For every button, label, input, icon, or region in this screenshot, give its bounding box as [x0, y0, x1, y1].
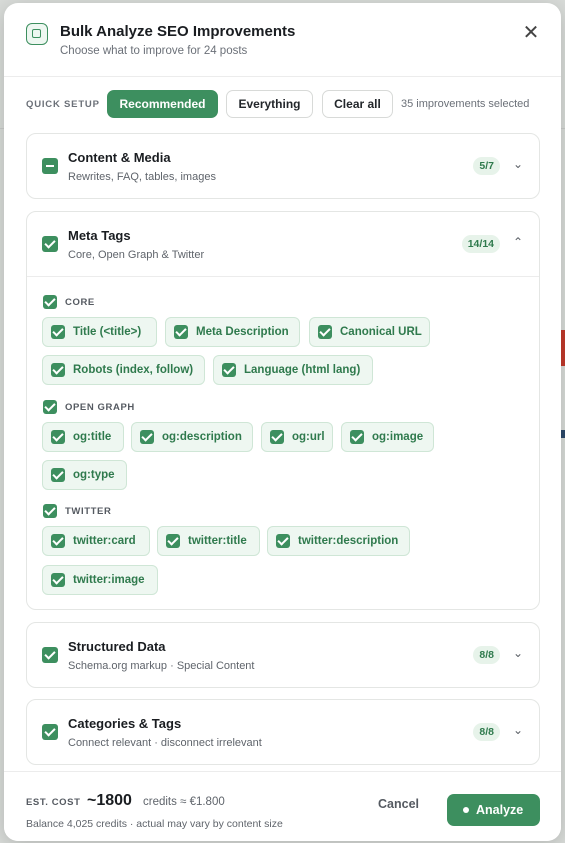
chip-og-image[interactable]: og:image	[341, 422, 434, 452]
everything-button[interactable]: Everything	[226, 90, 313, 118]
credit-balance: Balance 4,025 credits · actual may vary …	[26, 818, 283, 830]
chip-label: og:title	[73, 431, 112, 443]
chip-og-url[interactable]: og:url	[261, 422, 333, 452]
chip-canonical-url[interactable]: Canonical URL	[309, 317, 430, 347]
group-label-twitter: TWITTER	[65, 506, 112, 517]
checkbox-checked-icon	[222, 363, 236, 377]
modal-footer: EST. COST ~1800 credits ≈ €1.800 Balance…	[4, 771, 561, 841]
section-description: Rewrites, FAQ, tables, images	[68, 171, 216, 183]
est-cost-unit: credits ≈ €1.800	[143, 796, 225, 808]
section-description: Core, Open Graph & Twitter	[68, 249, 205, 261]
checkbox-checked-icon	[51, 534, 65, 548]
checkbox-checked-icon	[140, 430, 154, 444]
chip-label: Language (html lang)	[244, 364, 361, 376]
chip-title[interactable]: Title (<title>)	[42, 317, 157, 347]
checkbox-checked-icon	[51, 430, 65, 444]
checkbox-checked-icon	[166, 534, 180, 548]
structured-data-checkbox[interactable]	[42, 647, 58, 663]
group-label-core: CORE	[65, 297, 95, 308]
section-categories-tags: Categories & Tags Connect relevant · dis…	[26, 699, 540, 765]
chip-label: og:type	[73, 469, 115, 481]
section-description: Connect relevant · disconnect irrelevant	[68, 737, 262, 749]
checkbox-checked-icon	[51, 468, 65, 482]
section-header[interactable]: Content & Media Rewrites, FAQ, tables, i…	[27, 134, 539, 198]
section-count-badge: 8/8	[473, 723, 500, 741]
group-label-open-graph: OPEN GRAPH	[65, 402, 135, 413]
modal-subtitle: Choose what to improve for 24 posts	[60, 45, 248, 57]
modal-title: Bulk Analyze SEO Improvements	[60, 23, 296, 40]
est-cost-label: EST. COST	[26, 797, 81, 808]
twitter-group-checkbox[interactable]	[43, 504, 57, 518]
chevron-up-icon[interactable]: ⌃	[511, 235, 525, 249]
chip-twitter-card[interactable]: twitter:card	[42, 526, 150, 556]
chip-robots[interactable]: Robots (index, follow)	[42, 355, 205, 385]
section-count-badge: 8/8	[473, 646, 500, 664]
section-title: Structured Data	[68, 639, 166, 654]
checkbox-checked-icon	[270, 430, 284, 444]
open-graph-group-checkbox[interactable]	[43, 400, 57, 414]
checkbox-checked-icon	[51, 363, 65, 377]
section-title: Categories & Tags	[68, 716, 182, 731]
section-title: Meta Tags	[68, 228, 131, 243]
chip-meta-description[interactable]: Meta Description	[165, 317, 300, 347]
chip-og-description[interactable]: og:description	[131, 422, 253, 452]
chip-label: og:description	[162, 431, 242, 443]
chevron-down-icon[interactable]: ⌄	[511, 646, 525, 660]
chip-twitter-image[interactable]: twitter:image	[42, 565, 158, 595]
section-count-badge: 5/7	[473, 157, 500, 175]
section-title: Content & Media	[68, 150, 171, 165]
checkbox-checked-icon	[276, 534, 290, 548]
recommended-button[interactable]: Recommended	[107, 90, 218, 118]
section-content-media: Content & Media Rewrites, FAQ, tables, i…	[26, 133, 540, 199]
chip-label: og:url	[292, 431, 325, 443]
chevron-down-icon[interactable]: ⌄	[511, 157, 525, 171]
section-meta-tags: Meta Tags Core, Open Graph & Twitter 14/…	[26, 211, 540, 610]
checkbox-checked-icon	[350, 430, 364, 444]
cancel-button[interactable]: Cancel	[378, 797, 419, 811]
meta-tags-checkbox[interactable]	[42, 236, 58, 252]
checkbox-checked-icon	[174, 325, 188, 339]
core-group-checkbox[interactable]	[43, 295, 57, 309]
chip-twitter-title[interactable]: twitter:title	[157, 526, 260, 556]
quick-setup-bar: QUICK SETUP Recommended Everything Clear…	[26, 90, 546, 118]
chip-label: og:image	[372, 431, 424, 443]
chip-label: twitter:image	[73, 574, 145, 586]
analyze-button[interactable]: Analyze	[447, 794, 540, 826]
content-media-checkbox[interactable]	[42, 158, 58, 174]
selected-count: 35 improvements selected	[401, 98, 530, 110]
modal-header: Bulk Analyze SEO Improvements Choose wha…	[4, 3, 561, 77]
chip-label: twitter:title	[188, 535, 247, 547]
chip-og-type[interactable]: og:type	[42, 460, 127, 490]
categories-tags-checkbox[interactable]	[42, 724, 58, 740]
chip-label: Title (<title>)	[73, 326, 142, 338]
est-cost-value: ~1800	[87, 792, 132, 809]
quick-setup-label: QUICK SETUP	[26, 99, 100, 110]
chip-og-title[interactable]: og:title	[42, 422, 124, 452]
chip-twitter-description[interactable]: twitter:description	[267, 526, 410, 556]
chip-label: Robots (index, follow)	[73, 364, 194, 376]
bulk-analyze-modal: Bulk Analyze SEO Improvements Choose wha…	[4, 3, 561, 841]
checkbox-checked-icon	[51, 325, 65, 339]
bulk-analyze-icon	[26, 23, 48, 45]
close-icon[interactable]: ✕	[521, 23, 541, 43]
checkbox-checked-icon	[318, 325, 332, 339]
chip-label: twitter:card	[73, 535, 136, 547]
chip-label: twitter:description	[298, 535, 399, 547]
status-dot-icon	[463, 807, 469, 813]
chip-label: Meta Description	[196, 326, 289, 338]
section-header[interactable]: Categories & Tags Connect relevant · dis…	[27, 700, 539, 764]
section-count-badge: 14/14	[461, 235, 500, 253]
section-header[interactable]: Structured Data Schema.org markup · Spec…	[27, 623, 539, 687]
chevron-down-icon[interactable]: ⌄	[511, 723, 525, 737]
chip-label: Canonical URL	[340, 326, 422, 338]
clear-all-button[interactable]: Clear all	[322, 90, 393, 118]
section-header[interactable]: Meta Tags Core, Open Graph & Twitter 14/…	[27, 212, 539, 276]
section-description: Schema.org markup · Special Content	[68, 660, 255, 672]
checkbox-checked-icon	[51, 573, 65, 587]
meta-tags-body: CORE Title (<title>) Meta Description Ca…	[27, 276, 539, 610]
section-structured-data: Structured Data Schema.org markup · Spec…	[26, 622, 540, 688]
chip-language[interactable]: Language (html lang)	[213, 355, 373, 385]
analyze-label: Analyze	[476, 803, 524, 817]
